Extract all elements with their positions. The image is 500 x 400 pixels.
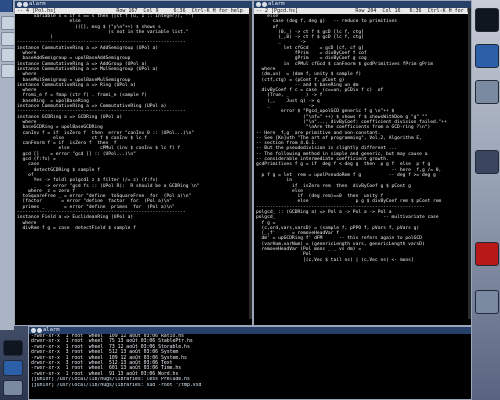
editor-code[interactable]: variable s = if s == s then ([ct f (u, 1… [15,14,252,231]
code-line: polgcd_ -- multivariate case [256,215,439,221]
code-line: [(c,Vec $ tail ns) | (c,Vec ns) <- mons] [256,257,414,263]
x-icon[interactable] [475,242,499,266]
window-icon[interactable] [1,64,15,78]
window-icon[interactable] [1,48,15,62]
desktop-app-icon[interactable] [3,360,23,376]
window-titlebar[interactable]: alarm [29,327,471,334]
terminal-prompt[interactable]: [junior] /usr/local/lib/hugs/libraries: … [29,383,471,388]
left-dock [0,0,15,330]
window-title: alarm [268,1,285,7]
editor-statusbar: -- 2 [Pgcd.hs] Row 204 Col 16 6:36 Ctrl-… [254,8,471,14]
desktop-icon[interactable] [1,16,15,30]
code-line: divRem f g = case detectField $ sample f [17,225,136,231]
window-titlebar[interactable]: alarm [254,1,471,8]
terminal-output[interactable]: -rwxr-xr-x 1 root wheel 109 12 août 03:0… [29,334,471,377]
window-title: alarm [29,1,46,7]
music-icon[interactable] [475,80,499,104]
image-icon[interactable] [475,44,499,68]
scrollbar[interactable] [249,8,252,319]
minimize-icon[interactable] [23,2,28,7]
terminal-window[interactable]: alarm -rwxr-xr-x 1 root wheel 109 12 aoû… [28,326,472,400]
editor-window-pol[interactable]: alarm -- 4 [Pol.hs] Row 167 Col 9 6:36 C… [14,0,253,326]
editor-window-pgcd[interactable]: alarm -- 2 [Pgcd.hs] Row 204 Col 16 6:36… [253,0,472,326]
gear-icon[interactable] [475,290,499,314]
close-icon[interactable] [256,2,261,7]
scrollbar[interactable] [468,8,471,319]
menu-button[interactable] [0,0,13,12]
right-dock [472,0,500,400]
window-icon[interactable] [1,32,15,46]
terminal-icon[interactable] [475,8,499,32]
desktop-app-icon[interactable] [3,380,23,396]
close-icon[interactable] [17,2,22,7]
desktop: alarm -- 4 [Pol.hs] Row 167 Col 9 6:36 C… [0,0,500,400]
close-icon[interactable] [31,328,36,333]
window-title: alarm [43,327,60,333]
window-titlebar[interactable]: alarm [15,1,252,8]
desktop-app-icon[interactable] [3,340,23,356]
minimize-icon[interactable] [37,328,42,333]
minimize-icon[interactable] [262,2,267,7]
calendar-icon[interactable] [475,150,499,174]
code-line: else p g $ divByCoef rem $ pCont rem [256,199,442,205]
editor-code[interactable]: else case (deg f, deg g) -- reduce to pr… [254,14,471,263]
